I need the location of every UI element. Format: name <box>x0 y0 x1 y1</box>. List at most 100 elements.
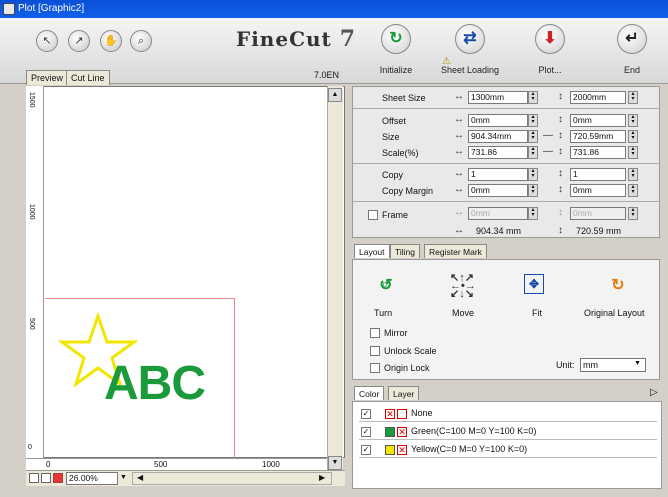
spinner-icon[interactable]: ▴ ▾ <box>628 146 638 159</box>
scroll-right-icon[interactable]: ▶ <box>319 473 325 482</box>
color-row-yellow[interactable]: ✓ ✕ Yellow(C=0 M=0 Y=100 K=0) <box>359 442 657 458</box>
move-label: Move <box>452 308 475 318</box>
horizontal-arrow-icon: ↔ <box>454 114 464 125</box>
size-height-field[interactable]: 720.59mm <box>570 130 626 143</box>
check-icon[interactable]: ✓ <box>361 409 371 419</box>
horizontal-arrow-icon: ↔ <box>454 91 464 102</box>
copy-margin-x-field[interactable]: 0mm <box>468 184 528 197</box>
color-row-green[interactable]: ✓ ✕ Green(C=100 M=0 Y=100 K=0) <box>359 424 657 440</box>
tab-cut-line[interactable]: Cut Line <box>66 70 110 85</box>
spinner-icon[interactable]: ▴ ▾ <box>628 184 638 197</box>
mirror-checkbox[interactable] <box>370 328 380 338</box>
frame-checkbox[interactable] <box>368 210 378 220</box>
link-icon[interactable]: — <box>543 130 553 141</box>
scroll-left-icon[interactable]: ◀ <box>137 473 143 482</box>
pointer-icon[interactable]: ↗ <box>68 30 90 52</box>
horizontal-scrollbar[interactable]: ◀ ▶ <box>132 472 332 485</box>
page-view-icon[interactable] <box>41 473 51 483</box>
color-swatch <box>397 409 407 419</box>
origin-lock-checkbox[interactable] <box>370 363 380 373</box>
x-mark-icon: ✕ <box>397 427 407 437</box>
offset-y-field[interactable]: 0mm <box>570 114 626 127</box>
end-button[interactable]: ↵ End <box>602 24 662 75</box>
tab-tiling[interactable]: Tiling <box>390 244 420 258</box>
spinner-icon[interactable]: ▴ ▾ <box>628 114 638 127</box>
ruler-h-label: 0 <box>46 460 51 469</box>
unlock-scale-checkbox[interactable] <box>370 346 380 356</box>
plot-button[interactable]: ⬇ Plot... <box>520 24 580 75</box>
color-view-icon[interactable] <box>53 473 63 483</box>
initialize-label: Initialize <box>379 65 413 75</box>
sheet-height-field[interactable]: 2000mm <box>570 91 626 104</box>
origin-lock-label: Origin Lock <box>384 363 430 373</box>
sheet-loading-button[interactable]: ⇄ Sheet Loading <box>440 24 500 75</box>
check-icon[interactable]: ✓ <box>361 427 371 437</box>
hand-icon[interactable]: ✋ <box>100 30 122 52</box>
tab-preview[interactable]: Preview <box>26 70 69 85</box>
scroll-down-icon[interactable]: ▼ <box>328 456 342 470</box>
chevron-down-icon[interactable]: ▼ <box>634 360 641 367</box>
vertical-arrow-icon: ↕ <box>558 168 563 179</box>
scale-y-field[interactable]: 731.86 <box>570 146 626 159</box>
copy-margin-label: Copy Margin <box>382 186 434 196</box>
vertical-arrow-icon: ↕ <box>558 91 563 102</box>
spinner-icon[interactable]: ▴ ▾ <box>528 114 538 127</box>
check-icon[interactable]: ✓ <box>361 445 371 455</box>
horizontal-arrow-icon: ↔ <box>454 207 464 218</box>
fit-view-icon[interactable] <box>29 473 39 483</box>
turn-value: 0 <box>383 282 387 289</box>
spinner-icon[interactable]: ▴ ▾ <box>528 184 538 197</box>
sheet-loading-icon: ⇄ <box>455 24 485 54</box>
initialize-button[interactable]: ↻ Initialize <box>366 24 426 75</box>
status-bar: 26.00% ▼ ◀ ▶ <box>26 470 345 486</box>
divider <box>352 163 660 164</box>
copy-margin-y-field[interactable]: 0mm <box>570 184 626 197</box>
spinner-icon[interactable]: ▴ ▾ <box>528 168 538 181</box>
offset-x-field[interactable]: 0mm <box>468 114 528 127</box>
ruler-v-label: 1000 <box>28 204 35 220</box>
tab-register-mark[interactable]: Register Mark <box>424 244 487 258</box>
move-icon[interactable]: ↖↑↗ ←•→ ↙↓↘ <box>450 273 476 300</box>
spinner-icon[interactable]: ▴ ▾ <box>628 91 638 104</box>
spinner-icon[interactable]: ▴ ▾ <box>528 130 538 143</box>
frame-total-width: 904.34 mm <box>476 226 522 236</box>
spinner-icon[interactable]: ▴ ▾ <box>628 168 638 181</box>
original-layout-icon[interactable]: ↻ <box>606 274 630 298</box>
color-row-none[interactable]: ✓ ✕ None <box>359 406 657 422</box>
abc-graphic: ABC <box>104 357 206 410</box>
chevron-down-icon[interactable]: ▼ <box>120 474 127 481</box>
app-logo: FineCut 7 <box>236 26 356 52</box>
x-mark-icon: ✕ <box>385 409 395 419</box>
tab-layout[interactable]: Layout <box>354 244 390 258</box>
copy-x-field[interactable]: 1 <box>468 168 528 181</box>
copy-y-field[interactable]: 1 <box>570 168 626 181</box>
zoom-select[interactable]: 26.00% <box>66 472 118 485</box>
spinner-icon[interactable]: ▴ ▾ <box>528 207 538 220</box>
unlock-scale-label: Unlock Scale <box>384 346 437 356</box>
link-icon[interactable]: — <box>543 146 553 157</box>
horizontal-ruler: 0 500 1000 <box>26 458 336 470</box>
frame-x-field[interactable]: 0mm <box>468 207 528 220</box>
panel-menu-icon[interactable]: ▷ <box>650 387 658 398</box>
sheet-width-field[interactable]: 1300mm <box>468 91 528 104</box>
vertical-arrow-icon: ↕ <box>558 207 563 218</box>
scroll-up-icon[interactable]: ▲ <box>328 88 342 102</box>
frame-y-field[interactable]: 0mm <box>570 207 626 220</box>
return-icon: ↵ <box>617 24 647 54</box>
vertical-scrollbar[interactable]: ▲ ▼ <box>327 86 343 472</box>
horizontal-arrow-icon: ↔ <box>454 146 464 157</box>
spinner-icon[interactable]: ▴ ▾ <box>628 130 638 143</box>
original-layout-label: Original Layout <box>584 308 645 318</box>
tab-layer[interactable]: Layer <box>388 386 420 400</box>
spinner-icon[interactable]: ▴ ▾ <box>528 146 538 159</box>
scale-x-field[interactable]: 731.86 <box>468 146 528 159</box>
arrow-select-icon[interactable]: ↖ <box>36 30 58 52</box>
frame-label: Frame <box>382 210 409 220</box>
horizontal-arrow-icon: ↔ <box>454 168 464 179</box>
fit-icon[interactable]: ✥ <box>524 274 544 294</box>
size-width-field[interactable]: 904.34mm <box>468 130 528 143</box>
zoom-icon[interactable]: ⌕ <box>130 30 152 52</box>
spinner-icon[interactable]: ▴ ▾ <box>628 207 638 220</box>
spinner-icon[interactable]: ▴ ▾ <box>528 91 538 104</box>
tab-color[interactable]: Color <box>354 386 385 400</box>
